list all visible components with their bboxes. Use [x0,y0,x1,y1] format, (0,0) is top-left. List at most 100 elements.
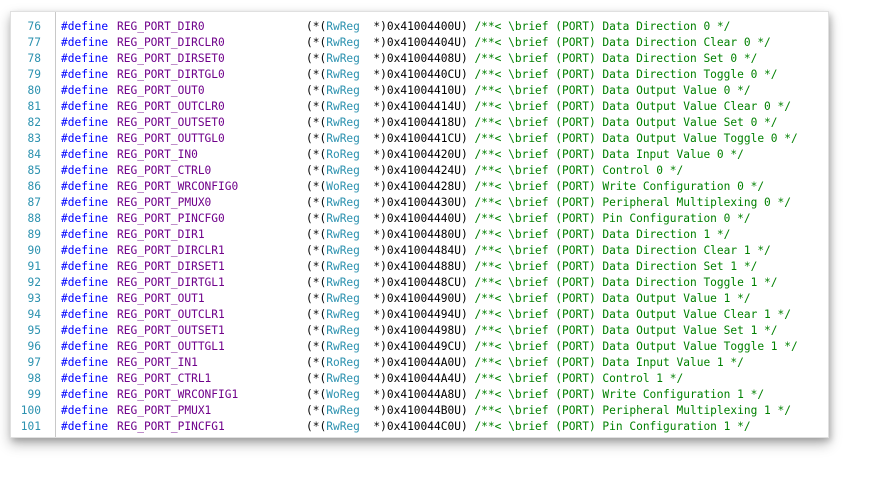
line-number: 79 [27,68,41,81]
doc-comment: /**< \brief (PORT) Data Output Value Cle… [474,100,792,113]
code-line[interactable]: 76 #define REG_PORT_DIR0 (*(RwReg *)0x41004… [11,19,731,35]
register-address: 0x41004484U [386,244,461,257]
cast-open: (*( [306,100,327,113]
code-line[interactable]: 88 #define REG_PORT_PINCFG0 (*(RwReg *)0x41… [11,211,751,227]
doc-comment: /**< \brief (PORT) Data Direction Set 1 … [474,260,758,273]
cast-close: ) [460,164,475,177]
macro-name: REG_PORT_OUTCLR0 [117,100,225,113]
register-type: RwReg [326,276,360,289]
cast-close: ) [460,244,475,257]
code-line[interactable]: 80 #define REG_PORT_OUT0 (*(RwReg *)0x41004… [11,83,751,99]
register-address: 0x410044A4U [386,372,461,385]
doc-comment: /**< \brief (PORT) Data Direction Set 0 … [474,52,758,65]
doc-comment: /**< \brief (PORT) Write Configuration 1… [474,388,765,401]
cast-open: (*( [306,164,327,177]
code-line[interactable]: 96 #define REG_PORT_OUTTGL1 (*(RwReg *)0x41… [11,339,798,355]
define-directive: #define [61,292,109,305]
register-address: 0x41004494U [386,308,461,321]
line-number: 97 [27,356,41,369]
macro-name: REG_PORT_CTRL1 [117,372,212,385]
macro-value: (*(RwReg *)0x4100440CU) /**< \brief (POR… [306,67,778,83]
cast-pointer: *) [359,292,387,305]
macro-value: (*(RwReg *)0x41004414U) /**< \brief (POR… [306,99,791,115]
cast-open: (*( [306,180,327,193]
cast-open: (*( [306,388,327,401]
code-line[interactable]: 90 #define REG_PORT_DIRCLR1 (*(RwReg *)0x41… [11,243,771,259]
register-type: RwReg [326,68,360,81]
cast-open: (*( [306,276,327,289]
cast-open: (*( [306,420,327,433]
cast-pointer: *) [359,260,387,273]
code-line[interactable]: 82 #define REG_PORT_OUTSET0 (*(RwReg *)0x41… [11,115,778,131]
code-line[interactable]: 83 #define REG_PORT_OUTTGL0 (*(RwReg *)0x41… [11,131,798,147]
doc-comment: /**< \brief (PORT) Pin Configuration 1 *… [474,420,751,433]
code-line[interactable]: 77 #define REG_PORT_DIRCLR0 (*(RwReg *)0x41… [11,35,771,51]
code-line[interactable]: 97 #define REG_PORT_IN1 (*(RoReg *)0x410044… [11,355,744,371]
code-line[interactable]: 100 #define REG_PORT_PMUX1 (*(RwReg *)0x410… [11,403,791,419]
code-line[interactable]: 101 #define REG_PORT_PINCFG1 (*(RwReg *)0x4… [11,419,751,435]
macro-name: REG_PORT_DIRCLR0 [117,36,225,49]
code-line[interactable]: 89 #define REG_PORT_DIR1 (*(RwReg *)0x41004… [11,227,731,243]
define-directive: #define [61,36,109,49]
register-type: RwReg [326,308,360,321]
code-line[interactable]: 98 #define REG_PORT_CTRL1 (*(RwReg *)0x4100… [11,371,684,387]
register-type: RwReg [326,52,360,65]
register-address: 0x41004420U [386,148,461,161]
line-number: 77 [27,36,41,49]
register-address: 0x41004414U [386,100,461,113]
macro-name: REG_PORT_PMUX1 [117,404,212,417]
code-line[interactable]: 85 #define REG_PORT_CTRL0 (*(RwReg *)0x4100… [11,163,684,179]
macro-name: REG_PORT_DIR1 [117,228,205,241]
macro-name: REG_PORT_DIR0 [117,20,205,33]
register-address: 0x410044C0U [386,420,461,433]
define-directive: #define [61,308,109,321]
macro-name: REG_PORT_OUTCLR1 [117,308,225,321]
macro-value: (*(RwReg *)0x41004400U) /**< \brief (POR… [306,19,730,35]
doc-comment: /**< \brief (PORT) Data Direction 1 */ [474,228,731,241]
cast-pointer: *) [359,84,387,97]
define-directive: #define [61,260,109,273]
cast-pointer: *) [359,356,387,369]
cast-pointer: *) [359,52,387,65]
code-line[interactable]: 99 #define REG_PORT_WRCONFIG1 (*(WoReg *)0x… [11,387,765,403]
macro-value: (*(RwReg *)0x41004424U) /**< \brief (POR… [306,163,683,179]
macro-value: (*(RwReg *)0x41004498U) /**< \brief (POR… [306,323,778,339]
cast-pointer: *) [359,420,387,433]
register-address: 0x410044B0U [386,404,461,417]
code-line[interactable]: 87 #define REG_PORT_PMUX0 (*(RwReg *)0x4100… [11,195,792,211]
define-directive: #define [61,420,109,433]
macro-name: REG_PORT_OUTSET0 [117,116,225,129]
line-number: 83 [27,132,41,145]
code-line[interactable]: 95 #define REG_PORT_OUTSET1 (*(RwReg *)0x41… [11,323,778,339]
register-type: RwReg [326,36,360,49]
code-line[interactable]: 79 #define REG_PORT_DIRTGL0 (*(RwReg *)0x41… [11,67,778,83]
line-number: 92 [27,276,41,289]
cast-open: (*( [306,260,327,273]
cast-close: ) [460,84,475,97]
cast-open: (*( [306,356,327,369]
code-line[interactable]: 86 #define REG_PORT_WRCONFIG0 (*(WoReg *)0x… [11,179,765,195]
code-line[interactable]: 91 #define REG_PORT_DIRSET1 (*(RwReg *)0x41… [11,259,758,275]
define-directive: #define [61,148,109,161]
code-line[interactable]: 94 #define REG_PORT_OUTCLR1 (*(RwReg *)0x41… [11,307,792,323]
cast-close: ) [460,340,475,353]
register-type: RwReg [326,196,360,209]
code-line[interactable]: 84 #define REG_PORT_IN0 (*(RoReg *)0x410044… [11,147,744,163]
macro-name: REG_PORT_DIRCLR1 [117,244,225,257]
cast-pointer: *) [359,212,387,225]
code-line[interactable]: 93 #define REG_PORT_OUT1 (*(RwReg *)0x41004… [11,291,751,307]
cast-close: ) [460,308,475,321]
define-directive: #define [61,132,109,145]
macro-value: (*(RwReg *)0x41004418U) /**< \brief (POR… [306,115,778,131]
doc-comment: /**< \brief (PORT) Data Input Value 0 */ [474,148,744,161]
cast-open: (*( [306,116,327,129]
cast-close: ) [460,212,475,225]
code-line[interactable]: 92 #define REG_PORT_DIRTGL1 (*(RwReg *)0x41… [11,275,778,291]
cast-close: ) [460,52,475,65]
code-line[interactable]: 78 #define REG_PORT_DIRSET0 (*(RwReg *)0x41… [11,51,758,67]
cast-pointer: *) [359,20,387,33]
code-line[interactable]: 81 #define REG_PORT_OUTCLR0 (*(RwReg *)0x41… [11,99,792,115]
register-type: RwReg [326,100,360,113]
code-view[interactable]: 76 #define REG_PORT_DIR0 (*(RwReg *)0x41004… [11,19,798,435]
register-type: RwReg [326,292,360,305]
